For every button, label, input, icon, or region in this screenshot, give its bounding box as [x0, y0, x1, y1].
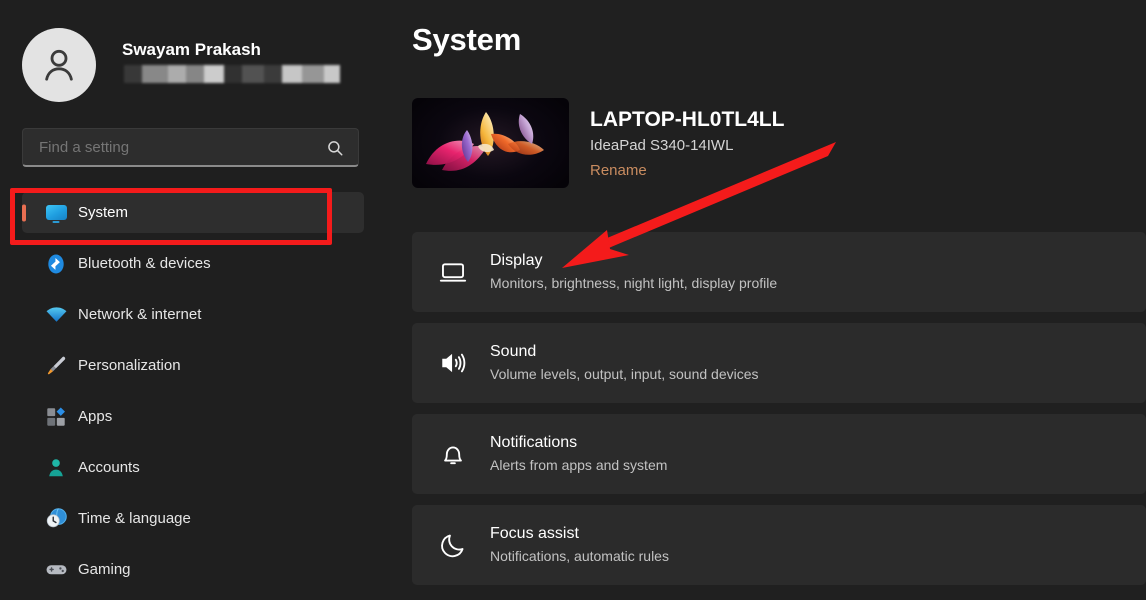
bell-icon	[438, 439, 468, 469]
bluetooth-icon	[44, 252, 68, 276]
sidebar-item-label: Bluetooth & devices	[78, 255, 211, 272]
sidebar-item-label: Personalization	[78, 357, 181, 374]
wifi-icon	[44, 303, 68, 327]
moon-icon	[438, 530, 468, 560]
card-subtitle: Notifications, automatic rules	[490, 548, 669, 564]
gamepad-icon	[44, 558, 68, 582]
search-icon[interactable]	[326, 139, 344, 157]
settings-window: Swayam Prakash System	[0, 0, 1146, 600]
sidebar-item-network-internet[interactable]: Network & internet	[22, 294, 364, 335]
search-input[interactable]	[39, 129, 309, 166]
sidebar-item-gaming[interactable]: Gaming	[22, 549, 364, 590]
sidebar-item-label: Apps	[78, 408, 112, 425]
sidebar-item-label: System	[78, 204, 128, 221]
nav-spacer	[0, 284, 390, 294]
paintbrush-icon	[44, 354, 68, 378]
clock-globe-icon	[44, 507, 68, 531]
avatar[interactable]	[22, 28, 96, 102]
nav-spacer	[0, 437, 390, 447]
speaker-icon	[438, 348, 468, 378]
search-box[interactable]	[22, 128, 359, 167]
sidebar-item-label: Network & internet	[78, 306, 201, 323]
selection-accent-bar	[22, 204, 26, 221]
sidebar-item-label: Time & language	[78, 510, 191, 527]
account-name: Swayam Prakash	[122, 40, 261, 60]
main-content: System	[390, 0, 1146, 600]
nav-spacer	[0, 335, 390, 345]
account-header[interactable]: Swayam Prakash	[22, 28, 362, 100]
sidebar: Swayam Prakash System	[0, 0, 390, 600]
device-name: LAPTOP-HL0TL4LL	[590, 108, 784, 132]
sidebar-item-apps[interactable]: Apps	[22, 396, 364, 437]
sidebar-item-accounts[interactable]: Accounts	[22, 447, 364, 488]
page-title: System	[412, 22, 521, 58]
person-icon	[39, 45, 79, 85]
device-model: IdeaPad S340-14IWL	[590, 137, 733, 154]
device-summary: LAPTOP-HL0TL4LL IdeaPad S340-14IWL Renam…	[412, 98, 1112, 193]
sidebar-item-time-language[interactable]: Time & language	[22, 498, 364, 539]
card-subtitle: Alerts from apps and system	[490, 457, 667, 473]
sidebar-item-bluetooth-devices[interactable]: Bluetooth & devices	[22, 243, 364, 284]
nav-spacer	[0, 233, 390, 243]
windows-bloom-wallpaper	[412, 98, 569, 188]
nav-spacer	[0, 539, 390, 549]
settings-card-list: Display Monitors, brightness, night ligh…	[412, 232, 1146, 596]
card-display[interactable]: Display Monitors, brightness, night ligh…	[412, 232, 1146, 312]
card-title: Display	[490, 252, 542, 270]
sidebar-item-label: Gaming	[78, 561, 131, 578]
sidebar-item-label: Accounts	[78, 459, 140, 476]
apps-grid-icon	[44, 405, 68, 429]
sidebar-nav: System Bluetooth & devices	[0, 192, 390, 590]
card-subtitle: Volume levels, output, input, sound devi…	[490, 366, 759, 382]
card-notifications[interactable]: Notifications Alerts from apps and syste…	[412, 414, 1146, 494]
monitor-outline-icon	[438, 257, 468, 287]
sidebar-item-system[interactable]: System	[22, 192, 364, 233]
card-subtitle: Monitors, brightness, night light, displ…	[490, 275, 777, 291]
card-title: Notifications	[490, 434, 577, 452]
monitor-icon	[44, 201, 68, 225]
card-title: Sound	[490, 343, 536, 361]
person-icon	[44, 456, 68, 480]
rename-link[interactable]: Rename	[590, 162, 647, 179]
nav-spacer	[0, 386, 390, 396]
device-thumbnail	[412, 98, 569, 188]
account-email-redacted	[124, 65, 340, 83]
card-focus-assist[interactable]: Focus assist Notifications, automatic ru…	[412, 505, 1146, 585]
card-sound[interactable]: Sound Volume levels, output, input, soun…	[412, 323, 1146, 403]
nav-spacer	[0, 488, 390, 498]
sidebar-item-personalization[interactable]: Personalization	[22, 345, 364, 386]
card-title: Focus assist	[490, 525, 579, 543]
